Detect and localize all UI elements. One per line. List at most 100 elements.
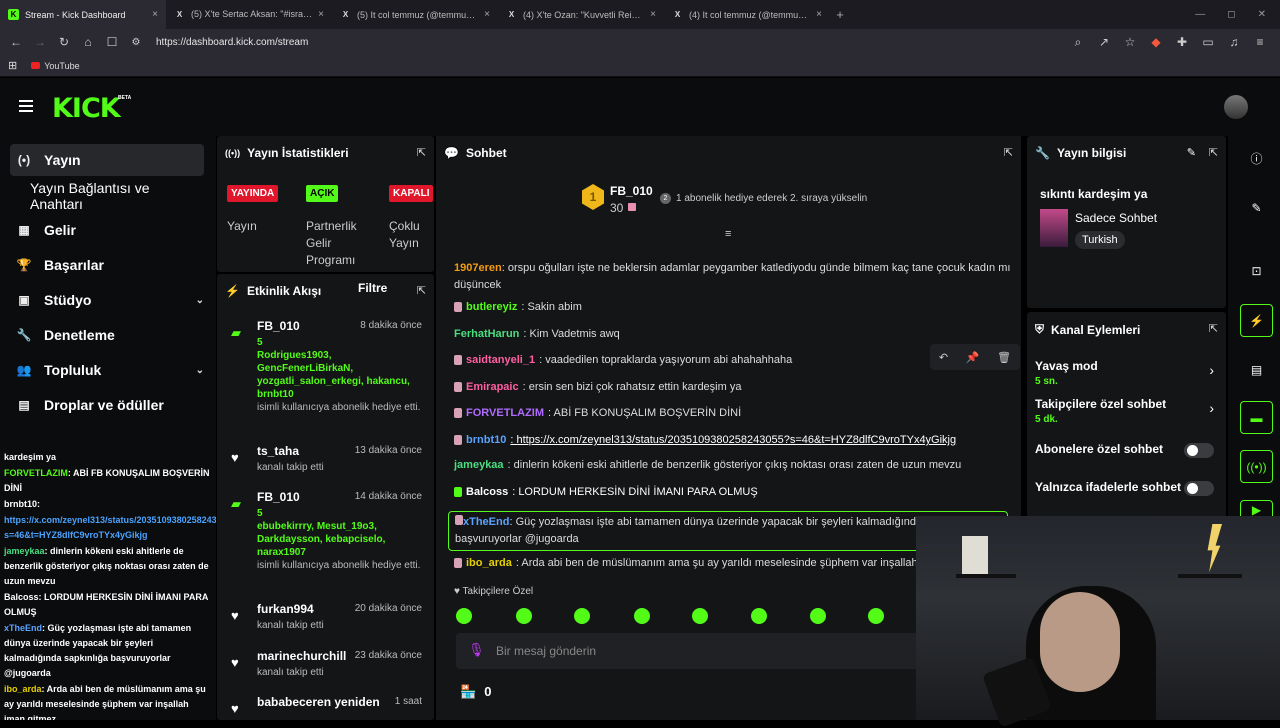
bookmark-youtube[interactable]: YouTube [31, 61, 80, 71]
close-tab-icon[interactable]: × [318, 9, 324, 20]
chat-message[interactable]: Balcoss: LORDUM HERKESİN DİNİ İMANI PARA… [454, 486, 758, 498]
menu-icon[interactable]: ≡ [1250, 32, 1270, 52]
chat-message[interactable]: 1907eren: orspu oğulları işte ne beklers… [454, 260, 1014, 294]
chat-username[interactable]: 1907eren [454, 262, 502, 274]
browser-tab[interactable]: X (5) X'te Sertac Aksan: "#israil 🔴 Ara × [166, 0, 332, 29]
activity-user[interactable]: bababeceren yeniden [257, 695, 380, 709]
emote-icon[interactable] [692, 608, 708, 624]
activity-user[interactable]: FB_010 [257, 319, 300, 333]
chat-scroll-filter-icon[interactable]: ≡ [725, 228, 731, 240]
home-icon[interactable]: ⌂ [78, 32, 98, 52]
emote-icon[interactable] [574, 608, 590, 624]
media-icon[interactable]: ♫ [1224, 32, 1244, 52]
chat-username[interactable]: ibo_arda [466, 557, 512, 569]
chat-message[interactable]: butlereyiz: Sakin abim [454, 301, 582, 313]
activity-user[interactable]: ts_taha [257, 444, 299, 458]
sidebar-item[interactable]: ▤ Droplar ve ödüller [10, 389, 204, 421]
site-settings-icon[interactable]: ⚙ [126, 32, 146, 52]
emote-icon[interactable] [634, 608, 650, 624]
delete-icon[interactable]: 🗑 [997, 351, 1011, 364]
close-window-icon[interactable]: ✕ [1258, 9, 1266, 20]
toggle-switch[interactable] [1184, 443, 1214, 458]
close-tab-icon[interactable]: × [484, 9, 490, 20]
maximize-icon[interactable]: ◻ [1227, 9, 1235, 20]
leader-name[interactable]: FB_010 [610, 184, 653, 198]
emote-icon[interactable] [868, 608, 884, 624]
chat-username[interactable]: Emirapaic [466, 381, 519, 393]
chat-username[interactable]: FerhatHarun [454, 328, 519, 340]
hamburger-menu-icon[interactable] [19, 100, 33, 115]
chat-message[interactable]: ibo_arda: Arda abi ben de müslümanım ama… [454, 557, 980, 569]
info-popout-icon[interactable]: ⇱ [1209, 146, 1218, 159]
filter-button[interactable]: Filtre [358, 281, 387, 295]
chat-username[interactable]: jameykaa [454, 459, 504, 471]
pin-icon[interactable]: 📌 [966, 351, 980, 364]
emote-icon[interactable] [810, 608, 826, 624]
emote-icon[interactable] [456, 608, 472, 624]
close-tab-icon[interactable]: × [152, 9, 158, 20]
chat-username[interactable]: brnbt10 [466, 434, 506, 446]
chat-username[interactable]: xTheEnd [463, 516, 509, 528]
close-tab-icon[interactable]: × [816, 9, 822, 20]
back-icon[interactable]: ← [6, 32, 26, 52]
browser-tab[interactable]: X (4) X'te Ozan: "Kuvvetli Reis'im bu ok × [498, 0, 664, 29]
reply-icon[interactable]: ↶ [939, 351, 948, 364]
emote-icon[interactable] [751, 608, 767, 624]
browser-tab[interactable]: X (4) It col temmuz (@temmuz1919) / X × [664, 0, 830, 29]
bookmark-icon[interactable]: ☐ [102, 32, 122, 52]
broadcast-toggle-icon[interactable]: ((•)) [1240, 450, 1273, 483]
chat-toggle-icon[interactable]: ▬ [1240, 401, 1273, 434]
reload-icon[interactable]: ↻ [54, 32, 74, 52]
activity-popout-icon[interactable]: ⇱ [417, 284, 426, 297]
chat-message[interactable]: FerhatHarun: Kim Vadetmis awq [454, 328, 620, 340]
sidebar-item[interactable]: (•) Yayın [10, 144, 204, 176]
quick-action-icon[interactable]: ⚡ [1240, 304, 1273, 337]
sidebar-item[interactable]: 🏆 Başarılar [10, 249, 204, 281]
emote-icon[interactable] [516, 608, 532, 624]
activity-user[interactable]: furkan994 [257, 602, 314, 616]
star-icon[interactable]: ☆ [1120, 32, 1140, 52]
sidebar-item[interactable]: 🔧 Denetleme [10, 319, 204, 351]
chat-message[interactable]: jameykaa: dinlerin kökeni eski ahitlerle… [454, 459, 961, 471]
channel-popout-icon[interactable]: ⇱ [1209, 322, 1218, 335]
new-tab-icon[interactable]: + [830, 7, 850, 22]
chat-message[interactable]: saidtanyeli_1: vaadedilen topraklarda ya… [454, 354, 792, 366]
activity-user[interactable]: FB_010 [257, 490, 300, 504]
chat-popout-icon[interactable]: ⇱ [1004, 146, 1013, 159]
chat-username[interactable]: Balcoss [466, 486, 508, 498]
kick-logo[interactable]: KICK [52, 93, 121, 124]
brave-shield-icon[interactable]: ◆ [1146, 32, 1166, 52]
chevron-down-icon[interactable]: ⌄ [196, 295, 204, 306]
notes-icon[interactable]: ▤ [1240, 353, 1273, 386]
chat-username[interactable]: saidtanyeli_1 [466, 354, 535, 366]
chat-username[interactable]: butlereyiz [466, 301, 517, 313]
sidebar-item[interactable]: 👥 Topluluk ⌄ [10, 354, 204, 386]
url-field[interactable]: https://dashboard.kick.com/stream [150, 37, 1064, 48]
activity-user[interactable]: marinechurchill [257, 649, 346, 663]
chat-username[interactable]: FORVETLAZIM [466, 407, 544, 419]
minimize-icon[interactable]: — [1195, 9, 1205, 20]
pencil-icon[interactable]: ✎ [1240, 191, 1273, 224]
zoom-icon[interactable]: ⌕ [1068, 32, 1088, 52]
chat-message[interactable]: brnbt10: https://x.com/zeynel313/status/… [454, 434, 956, 446]
edit-icon[interactable]: ✎ [1187, 146, 1196, 159]
sidebar-item[interactable]: Yayın Bağlantısı ve Anahtarı [10, 180, 204, 212]
user-avatar[interactable] [1224, 95, 1248, 119]
share-icon[interactable]: ↗ [1094, 32, 1114, 52]
browser-tab[interactable]: K Stream - Kick Dashboard × [0, 0, 166, 29]
screen-capture-icon[interactable]: ⊡ [1240, 254, 1273, 287]
close-tab-icon[interactable]: × [650, 9, 656, 20]
info-icon[interactable]: ⓘ [1240, 142, 1273, 175]
apps-grid-icon[interactable]: ⊞ [8, 59, 17, 72]
category-name[interactable]: Sadece Sohbet [1075, 211, 1157, 225]
chevron-down-icon[interactable]: ⌄ [196, 365, 204, 376]
chat-message[interactable]: FORVETLAZIM: ABİ FB KONUŞALIM BOŞVERİN D… [454, 407, 741, 419]
forward-icon[interactable]: → [30, 32, 50, 52]
microphone-icon[interactable]: 🎙 [468, 642, 485, 658]
sidebar-icon[interactable]: ▭ [1198, 32, 1218, 52]
sidebar-item[interactable]: ▣ Stüdyo ⌄ [10, 284, 204, 316]
channel-points[interactable]: 🏪 0 [460, 684, 491, 700]
sidebar-item[interactable]: ▦ Gelir [10, 214, 204, 246]
chat-message[interactable]: Emirapaic: ersin sen bizi çok rahatsız e… [454, 381, 741, 393]
chevron-right-icon[interactable]: › [1209, 362, 1214, 378]
